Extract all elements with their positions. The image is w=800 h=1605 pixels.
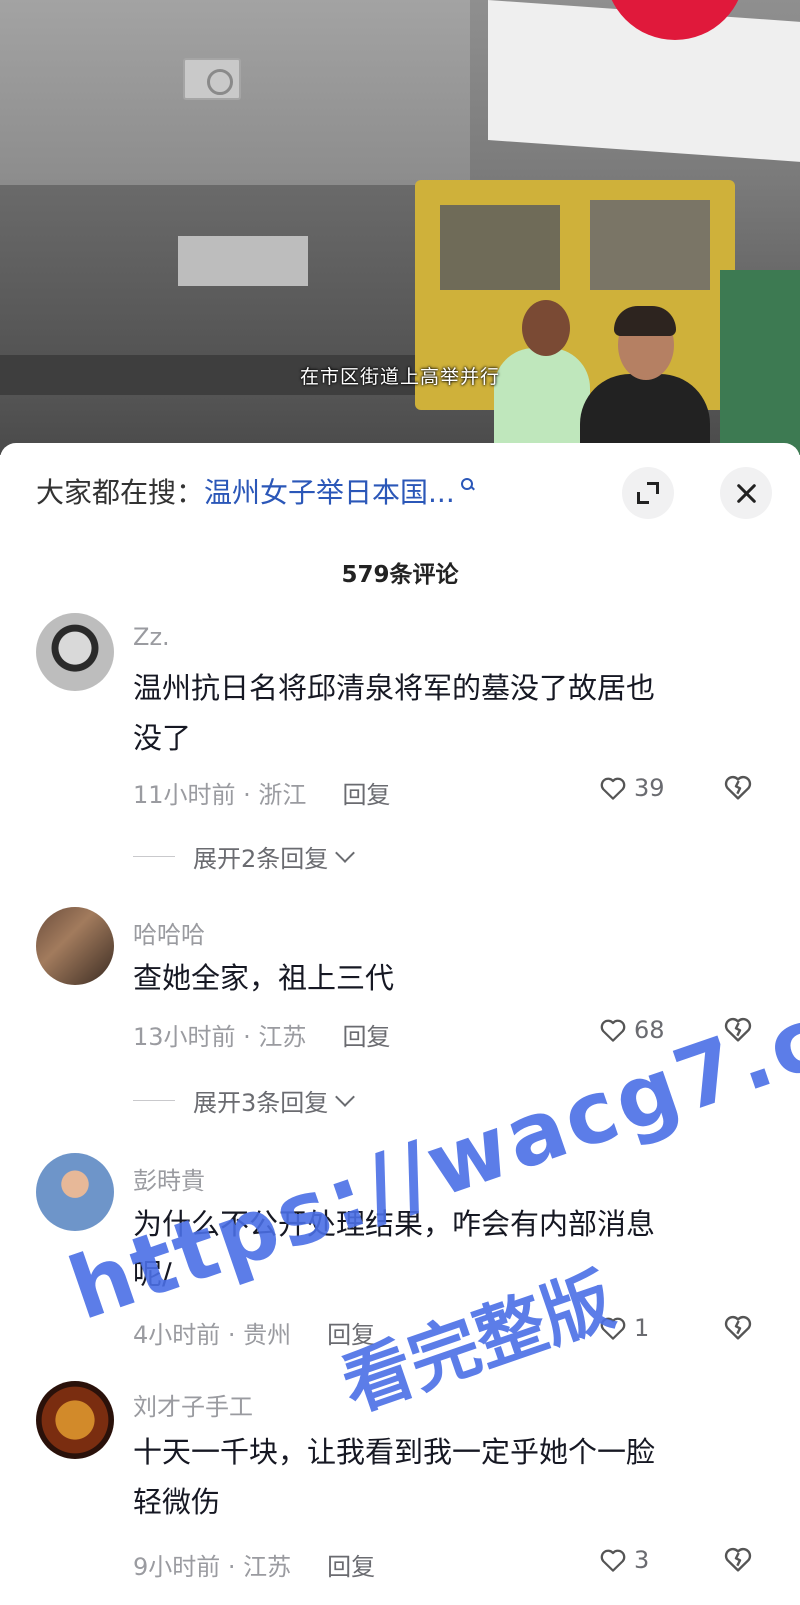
heart-outline-icon (600, 1317, 626, 1340)
comment-author[interactable]: 哈哈哈 (133, 915, 205, 950)
comment-meta: 9小时前 · 江苏 回复 (133, 1547, 375, 1582)
comment-time-location: 13小时前 · 江苏 (133, 1023, 307, 1051)
trending-search-prefix: 大家都在搜： (36, 476, 205, 509)
reply-button[interactable]: 回复 (342, 781, 390, 809)
avatar[interactable] (36, 907, 114, 985)
comment-author[interactable]: 彭時貴 (133, 1161, 205, 1196)
comment-author[interactable]: 刘才子手工 (133, 1387, 253, 1422)
comment-text: 十天一千块，让我看到我一定乎她个一脸 轻微伤 (133, 1435, 656, 1519)
heart-outline-icon (600, 1549, 626, 1572)
video-subtitle: 在市区街道上高举并行 (299, 366, 500, 388)
chevron-down-icon (335, 842, 356, 863)
video-player[interactable]: 在市区街道上高举并行 (0, 0, 800, 455)
expand-replies-button[interactable]: 展开3条回复 (133, 1083, 356, 1118)
comment-text: 温州抗日名将邱清泉将军的墓没了故居也 没了 (133, 671, 656, 755)
like-button[interactable]: 1 (598, 1313, 649, 1343)
divider-line (133, 856, 175, 857)
reply-button[interactable]: 回复 (327, 1553, 375, 1581)
chevron-down-icon (335, 1086, 356, 1107)
broken-heart-icon[interactable] (722, 1311, 754, 1343)
expand-icon (637, 482, 659, 504)
air-conditioner-image (183, 58, 241, 100)
search-icon (460, 477, 474, 491)
reply-button[interactable]: 回复 (342, 1023, 390, 1051)
heart-outline-icon (600, 777, 626, 800)
comment-author[interactable]: Zz. (133, 623, 170, 651)
trending-search-link[interactable]: 大家都在搜： 温州女子举日本国... (36, 471, 474, 511)
truck-grill-image (178, 236, 308, 286)
expand-replies-button[interactable]: 展开2条回复 (133, 839, 356, 874)
comment-time-location: 9小时前 · 江苏 (133, 1553, 292, 1581)
comment-meta: 13小时前 · 江苏 回复 (133, 1017, 390, 1052)
like-count: 68 (634, 1016, 665, 1044)
comment-sheet: 大家都在搜： 温州女子举日本国... 579条评论 Zz. 温州抗日名将邱清泉将… (0, 443, 800, 1605)
like-count: 1 (634, 1314, 650, 1342)
broken-heart-icon[interactable] (722, 1543, 754, 1575)
trending-search-term[interactable]: 温州女子举日本国... (204, 471, 455, 511)
comment-text: 查她全家，祖上三代 (133, 961, 395, 995)
close-button[interactable] (720, 467, 772, 519)
truck-window-image (440, 205, 560, 290)
comment-meta: 11小时前 · 浙江 回复 (133, 775, 390, 810)
expand-replies-label: 展开2条回复 (193, 845, 329, 873)
broken-heart-icon[interactable] (722, 1013, 754, 1045)
avatar[interactable] (36, 1153, 114, 1231)
expand-button[interactable] (622, 467, 674, 519)
close-icon (735, 482, 757, 504)
avatar[interactable] (36, 613, 114, 691)
like-count: 3 (634, 1546, 650, 1574)
avatar[interactable] (36, 1381, 114, 1459)
heart-outline-icon (600, 1019, 626, 1042)
divider-line (133, 1100, 175, 1101)
comment-time-location: 11小时前 · 浙江 (133, 781, 307, 809)
expand-replies-label: 展开3条回复 (193, 1089, 329, 1117)
like-count: 39 (634, 774, 665, 802)
like-button[interactable]: 3 (598, 1545, 649, 1575)
comment-text: 为什么不公开处理结果，咋会有内部消息 呢/ (133, 1207, 656, 1291)
comment-meta: 4小时前 · 贵州 回复 (133, 1315, 375, 1350)
reply-button[interactable]: 回复 (327, 1321, 375, 1349)
like-button[interactable]: 68 (598, 1015, 665, 1045)
broken-heart-icon[interactable] (722, 771, 754, 803)
like-button[interactable]: 39 (598, 773, 665, 803)
truck-window-image (590, 200, 710, 290)
comment-count: 579条评论 (341, 562, 459, 588)
comment-time-location: 4小时前 · 贵州 (133, 1321, 292, 1349)
